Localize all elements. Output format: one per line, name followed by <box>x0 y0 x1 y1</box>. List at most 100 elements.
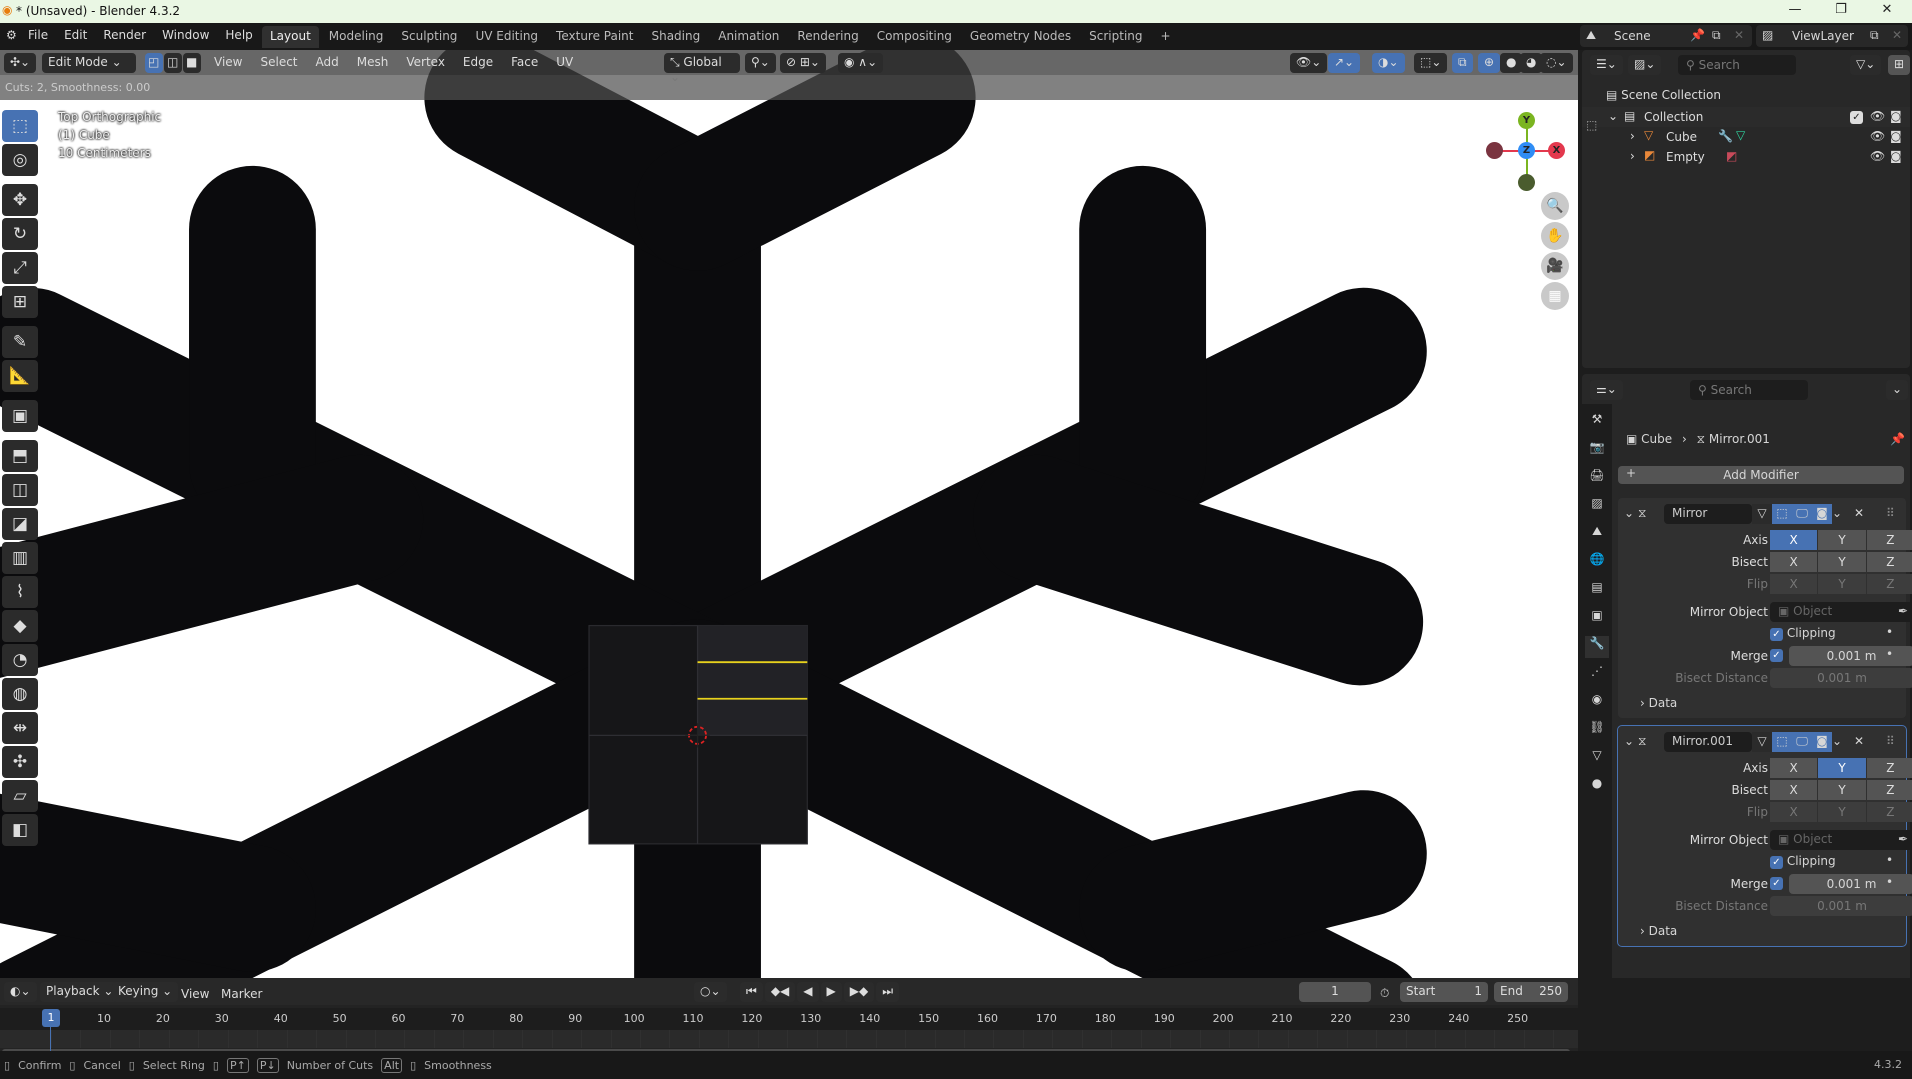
gizmo-y-axis[interactable]: Y <box>1518 112 1535 129</box>
viewport-menu-view[interactable]: View <box>214 55 242 69</box>
chevron-right-icon[interactable]: › <box>1630 129 1635 143</box>
tab-layout[interactable]: Layout <box>262 26 319 48</box>
vertex-select-button[interactable]: ◰ <box>145 53 163 73</box>
keyframe-area[interactable] <box>0 1030 1584 1048</box>
physics-icon[interactable]: ◉ <box>1585 692 1609 714</box>
edit-mode-toggle-icon[interactable]: ⬚ <box>1586 118 1597 132</box>
data-subpanel-toggle[interactable]: › Data <box>1640 696 1677 710</box>
modifier-name-field[interactable]: Mirror.001 <box>1664 732 1752 752</box>
flip-toggle-y[interactable]: Y <box>1818 802 1866 822</box>
mesh-edit-overlay-button[interactable]: ⬚⌄ <box>1414 53 1448 73</box>
axis-toggle-y[interactable]: Y <box>1818 530 1866 550</box>
pin-icon[interactable]: 📌 <box>1690 28 1705 42</box>
camera-render-icon[interactable]: ◙ <box>1890 109 1902 123</box>
mode-dropdown[interactable]: Edit Mode ⌄ <box>42 53 136 73</box>
animate-dot[interactable]: • <box>1886 625 1893 639</box>
bisect-toggle-y[interactable]: Y <box>1818 552 1866 572</box>
material-icon[interactable]: ● <box>1585 776 1609 798</box>
start-frame-field[interactable]: Start 1 <box>1400 982 1488 1002</box>
new-view-layer-icon[interactable]: ⧉ <box>1870 28 1879 43</box>
menu-window[interactable]: Window <box>162 28 209 42</box>
tab-rendering[interactable]: Rendering <box>789 26 866 48</box>
tab-scripting[interactable]: Scripting <box>1081 26 1150 48</box>
select-box-icon[interactable]: ⬚ <box>2 110 38 142</box>
scale-icon[interactable]: ⤢ <box>2 252 38 284</box>
menu-render[interactable]: Render <box>103 28 146 42</box>
chevron-right-icon[interactable]: › <box>1630 149 1635 163</box>
properties-editor-type-icon[interactable]: ⚌⌄ <box>1590 380 1623 400</box>
new-scene-icon[interactable]: ⧉ <box>1712 28 1721 43</box>
axis-toggle-y[interactable]: Y <box>1818 758 1866 778</box>
merge-distance-field[interactable]: 0.001 m <box>1789 646 1912 666</box>
eye-icon[interactable]: 👁 <box>1870 129 1885 143</box>
bisect-distance-field[interactable]: 0.001 m <box>1770 668 1912 688</box>
delete-scene-icon[interactable]: ✕ <box>1734 28 1744 42</box>
mesh-cube[interactable] <box>588 624 808 845</box>
image-data-icon[interactable]: ◩ <box>1726 149 1737 163</box>
smooth-icon[interactable]: ◍ <box>2 678 38 710</box>
jump-start-icon[interactable]: ⏮ <box>740 982 763 1002</box>
tab-texture-paint[interactable]: Texture Paint <box>548 26 641 48</box>
axis-toggle-x[interactable]: X <box>1770 530 1818 550</box>
options-dropdown[interactable]: ⌄ <box>1886 380 1909 400</box>
render-icon[interactable]: 📷 <box>1585 440 1609 462</box>
chevron-down-icon[interactable]: ⌄ <box>1624 734 1634 748</box>
scene-collection-row[interactable]: ▤ Scene Collection <box>1606 88 1721 108</box>
visibility-button[interactable]: 👁⌄ <box>1290 53 1328 73</box>
edit-mode-icon[interactable]: ⬚ <box>1772 732 1792 752</box>
menu-edit[interactable]: Edit <box>64 28 87 42</box>
mirror-object-field[interactable]: ▣ Object ✒ <box>1770 830 1912 850</box>
axis-toggle-z[interactable]: Z <box>1866 758 1912 778</box>
cursor-icon[interactable]: ◎ <box>2 144 38 176</box>
viewport-menu-face[interactable]: Face <box>511 55 538 69</box>
tab-geometry-nodes[interactable]: Geometry Nodes <box>962 26 1079 48</box>
shrink-fatten-icon[interactable]: ✣ <box>2 746 38 778</box>
play-icon[interactable]: ▶ <box>820 982 842 1002</box>
timeline-view-menu[interactable]: View <box>181 987 209 1001</box>
rendered-shading-button[interactable]: ◌⌄ <box>1540 53 1573 73</box>
eyedropper-icon[interactable]: ✒ <box>1898 832 1908 846</box>
filter-icon[interactable]: ▽⌄ <box>1850 55 1882 75</box>
tab-modeling[interactable]: Modeling <box>321 26 392 48</box>
auto-keying-button[interactable]: ○⌄ <box>694 982 727 1002</box>
flip-toggle-x[interactable]: X <box>1770 574 1818 594</box>
merge-checkbox[interactable]: ✓ <box>1770 877 1783 890</box>
realtime-viewport-icon[interactable]: 🖵 <box>1792 504 1812 524</box>
chevron-down-icon[interactable]: ⌄ <box>1608 109 1618 123</box>
gizmo-neg-x-axis[interactable] <box>1486 142 1503 159</box>
animate-dot[interactable]: • <box>1886 875 1893 889</box>
bisect-toggle-x[interactable]: X <box>1770 552 1818 572</box>
particles-icon[interactable]: ⋰ <box>1585 664 1609 686</box>
inset-icon[interactable]: ◫ <box>2 474 38 506</box>
shear-icon[interactable]: ▱ <box>2 780 38 812</box>
eyedropper-icon[interactable]: ✒ <box>1898 604 1908 618</box>
tab-uv-editing[interactable]: UV Editing <box>467 26 546 48</box>
edge-select-button[interactable]: ◫ <box>164 53 182 73</box>
render-icon[interactable]: ◙ <box>1812 504 1832 524</box>
object-data-icon[interactable]: ▽ <box>1585 748 1609 770</box>
bisect-toggle-z[interactable]: Z <box>1866 552 1912 572</box>
keying-dropdown[interactable]: Keying ⌄ <box>112 982 179 1002</box>
menu-help[interactable]: Help <box>225 28 252 42</box>
modifier-wrench-icon[interactable]: 🔧 <box>1585 636 1609 658</box>
navigation-gizmo[interactable]: Y Z X <box>1486 112 1578 192</box>
display-mode-icon[interactable]: ▨⌄ <box>1628 55 1662 75</box>
clipping-checkbox[interactable]: ✓ Clipping <box>1770 854 1836 869</box>
new-collection-icon[interactable]: ⊞ <box>1888 55 1911 75</box>
frame-ruler[interactable]: 10 20 30 40 50 60 70 80 90 100 110 120 130 140 150 160 1… <box>0 1008 1578 1030</box>
drag-handle-icon[interactable]: ⠿ <box>1886 506 1895 520</box>
merge-checkbox[interactable]: ✓ <box>1770 649 1783 662</box>
exclude-checkbox[interactable]: ✓ <box>1850 111 1863 124</box>
object-icon[interactable]: ▣ <box>1585 608 1609 630</box>
gizmo-toggle-button[interactable]: ↗⌄ <box>1328 53 1361 73</box>
loop-cut-icon[interactable]: ▥ <box>2 542 38 574</box>
add-workspace-button[interactable]: + <box>1153 26 1179 48</box>
rip-icon[interactable]: ◧ <box>2 814 38 846</box>
eye-icon[interactable]: 👁 <box>1870 149 1885 163</box>
end-frame-field[interactable]: End 250 <box>1494 982 1568 1002</box>
play-reverse-icon[interactable]: ◀ <box>797 982 819 1002</box>
eye-icon[interactable]: 👁 <box>1870 109 1885 123</box>
outliner-search-input[interactable]: ⚲ Search <box>1678 55 1796 75</box>
jump-end-icon[interactable]: ⏭ <box>876 982 900 1002</box>
flip-toggle-z[interactable]: Z <box>1866 802 1912 822</box>
